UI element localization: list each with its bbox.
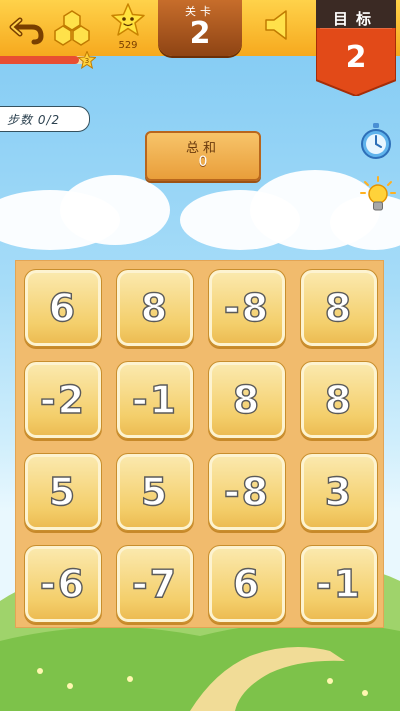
level-progress-fill	[0, 56, 80, 64]
speaker-icon[interactable]	[262, 8, 294, 42]
number-tile[interactable]: 6	[208, 545, 286, 623]
steps-counter: 步数 0/2	[0, 106, 90, 132]
cloud	[60, 175, 170, 245]
number-tile-value: -1	[131, 377, 179, 422]
number-tile[interactable]: -8	[208, 269, 286, 347]
number-tile-value: -8	[223, 469, 271, 514]
number-tile[interactable]: -1	[116, 361, 194, 439]
number-tile[interactable]: 8	[116, 269, 194, 347]
steps-text: 步数 0/2	[7, 113, 61, 127]
game-scene: 529 关卡 2 目标 2 3 步数 0/2 总和 0 6 8 -8 8 -2 …	[0, 0, 400, 711]
number-tile-value: -1	[315, 561, 363, 606]
number-tile-value: 8	[324, 377, 354, 422]
stopwatch-icon[interactable]	[360, 122, 392, 162]
lightbulb-icon[interactable]	[360, 176, 396, 216]
number-tile-value: 5	[140, 469, 170, 514]
number-tile[interactable]: -2	[24, 361, 102, 439]
number-tile-value: -7	[131, 561, 179, 606]
number-tile[interactable]: -7	[116, 545, 194, 623]
number-tile-value: 6	[48, 285, 78, 330]
number-tile-value: 8	[232, 377, 262, 422]
number-tile[interactable]: 5	[116, 453, 194, 531]
number-tile-value: 5	[48, 469, 78, 514]
sum-board: 总和 0	[145, 131, 261, 181]
number-tile-value: 8	[324, 285, 354, 330]
number-tile-value: -2	[39, 377, 87, 422]
score-counter: 529	[118, 40, 138, 51]
number-tile-value: 8	[140, 285, 170, 330]
number-tile[interactable]: 3	[300, 453, 378, 531]
level-tab: 关卡 2	[158, 0, 242, 56]
number-tile[interactable]: 8	[208, 361, 286, 439]
number-tile-value: 6	[232, 561, 262, 606]
goal-panel: 目标 2	[316, 0, 396, 96]
number-tile-value: -6	[39, 561, 87, 606]
number-tile[interactable]: -1	[300, 545, 378, 623]
number-tile[interactable]: 8	[300, 269, 378, 347]
number-tile[interactable]: -6	[24, 545, 102, 623]
number-tile[interactable]: 5	[24, 453, 102, 531]
progress-star-icon: 3	[78, 51, 96, 69]
progress-star-number: 3	[85, 57, 89, 65]
stacked-boxes-icon[interactable]	[53, 8, 91, 46]
number-grid: 6 8 -8 8 -2 -1 8 8 5 5 -8 3 -6 -7 6 -1	[15, 260, 384, 628]
goal-label: 目标	[332, 10, 379, 28]
level-number: 2	[189, 16, 211, 51]
level-progress-bar	[0, 56, 90, 64]
sum-value: 0	[198, 154, 208, 170]
number-tile[interactable]: 8	[300, 361, 378, 439]
star-icon	[111, 3, 145, 36]
number-tile[interactable]: 6	[24, 269, 102, 347]
number-tile-value: 3	[324, 469, 354, 514]
number-tile-value: -8	[223, 285, 271, 330]
goal-number: 2	[345, 40, 367, 75]
undo-arrow-icon[interactable]	[8, 8, 46, 46]
number-tile[interactable]: -8	[208, 453, 286, 531]
